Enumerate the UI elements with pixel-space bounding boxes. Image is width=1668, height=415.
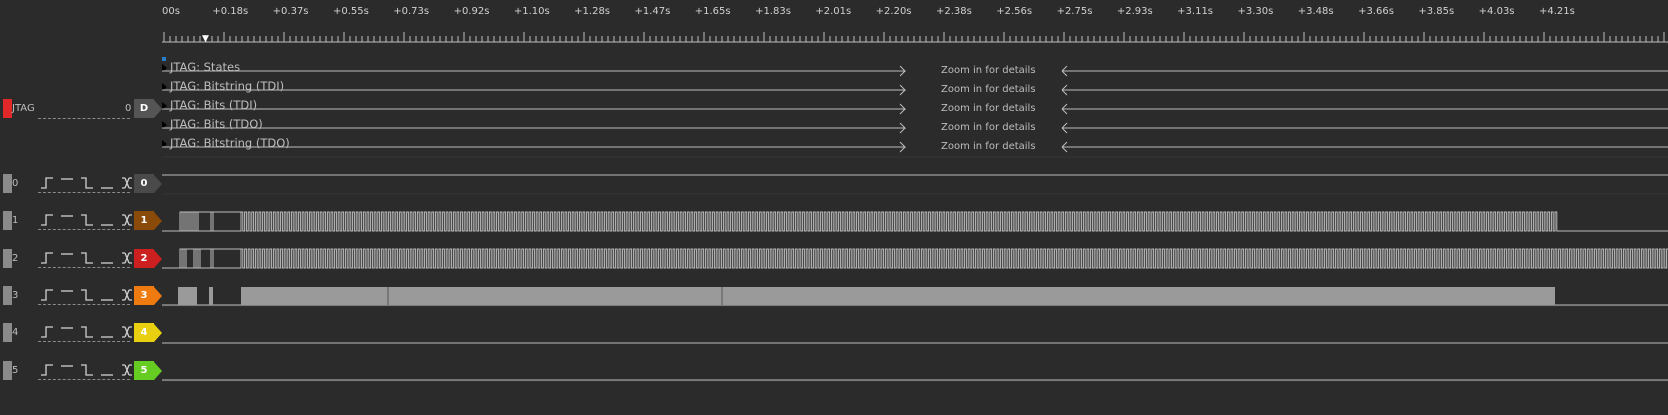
waveform-area[interactable] (0, 0, 1668, 415)
